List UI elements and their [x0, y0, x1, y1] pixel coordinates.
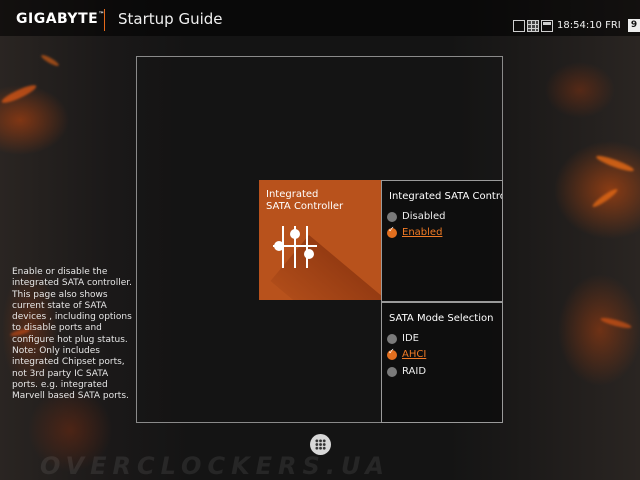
option-enabled[interactable]: Enabled [387, 225, 442, 238]
help-description: Enable or disable the integrated SATA co… [12, 267, 132, 402]
tile-label: Integrated SATA Controller [266, 189, 344, 212]
clock-text: 18:54:10 FRI [557, 20, 621, 31]
view-mode-icons [513, 20, 553, 32]
option-ide[interactable]: IDE [387, 333, 419, 344]
sata-mode-panel: SATA Mode Selection IDE AHCI RAID [381, 302, 503, 423]
watermark: OVERCLOCKERS.UA [40, 452, 390, 480]
radio-checked-icon[interactable] [387, 347, 397, 360]
page-title: Startup Guide [118, 10, 223, 28]
sata-controller-tile[interactable]: Integrated SATA Controller [259, 180, 381, 300]
calendar-day-icon: 9 [628, 19, 640, 32]
monitor-icon[interactable] [513, 20, 525, 32]
panel-title: SATA Mode Selection [389, 313, 494, 324]
sata-controller-panel: Integrated SATA Controller Disabled Enab… [381, 180, 503, 302]
background-lava [599, 315, 633, 331]
grid-view-icon[interactable] [527, 20, 539, 32]
radio-icon[interactable] [387, 211, 397, 222]
background-lava [0, 82, 38, 106]
gigabyte-logo: GIGABYTE™ [16, 11, 105, 27]
background-lava [590, 186, 620, 210]
panel-title: Integrated SATA Controller [389, 191, 502, 202]
background-lava [40, 53, 60, 68]
option-disabled[interactable]: Disabled [387, 211, 445, 222]
radio-icon[interactable] [387, 333, 397, 344]
option-raid[interactable]: RAID [387, 366, 426, 377]
option-ahci[interactable]: AHCI [387, 347, 426, 360]
radio-checked-icon[interactable] [387, 225, 397, 238]
radio-icon[interactable] [387, 366, 397, 377]
sliders-icon [273, 226, 317, 268]
header-divider [104, 9, 105, 31]
background-lava [595, 153, 635, 174]
window-icon[interactable] [541, 20, 553, 32]
top-bar: GIGABYTE™ Startup Guide 18:54:10 FRI 9 [0, 0, 640, 36]
